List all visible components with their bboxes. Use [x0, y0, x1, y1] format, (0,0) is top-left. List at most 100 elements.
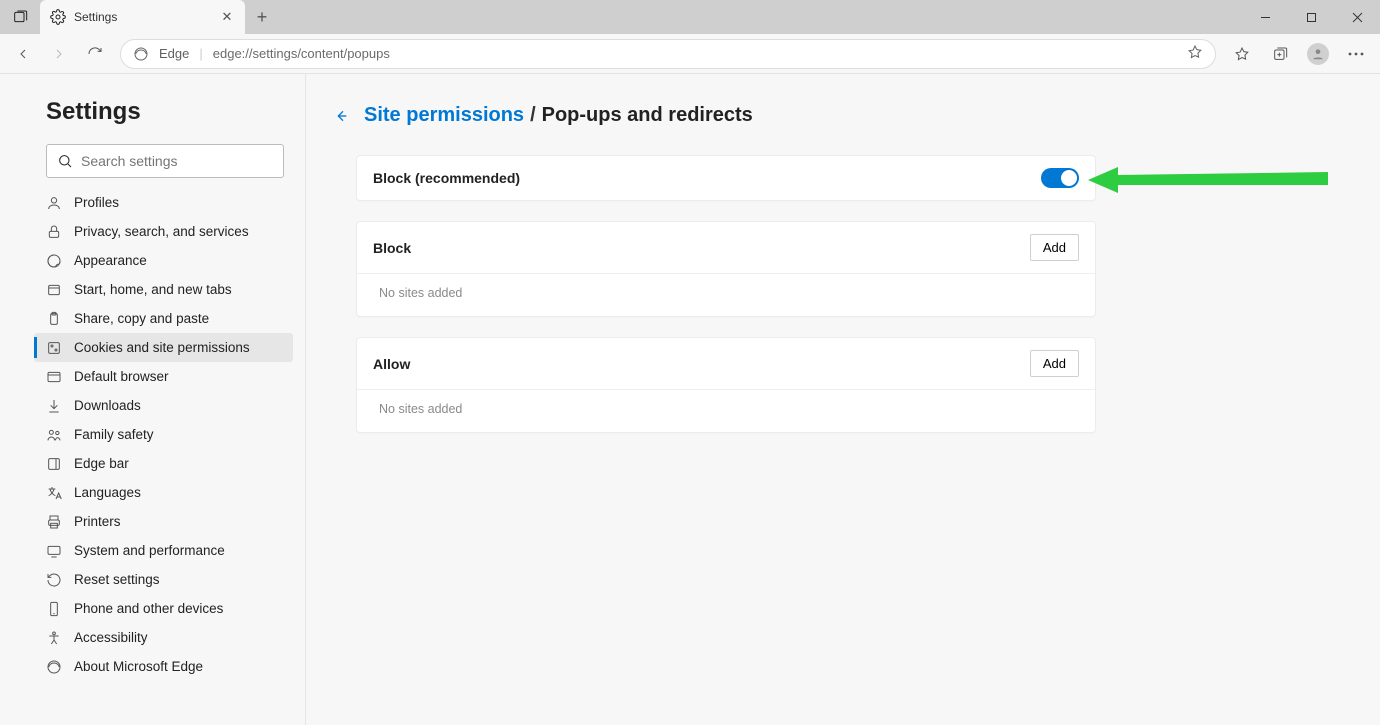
allow-list-header: Allow Add [357, 338, 1095, 389]
address-url: edge://settings/content/popups [213, 46, 390, 61]
sidebar-item-accessibility[interactable]: Accessibility [34, 623, 293, 652]
sidebar-item-share[interactable]: Share, copy and paste [34, 304, 293, 333]
back-button[interactable] [6, 37, 40, 71]
sidebar-item-edge-bar[interactable]: Edge bar [34, 449, 293, 478]
sidebar-item-appearance[interactable]: Appearance [34, 246, 293, 275]
favorites-button[interactable] [1224, 37, 1260, 71]
collections-button[interactable] [1262, 37, 1298, 71]
address-bar[interactable]: Edge | edge://settings/content/popups [120, 39, 1216, 69]
tab-close-button[interactable]: ✕ [219, 9, 235, 25]
browser-toolbar: Edge | edge://settings/content/popups [0, 34, 1380, 74]
accessibility-icon [46, 630, 62, 646]
sidebar-item-label: Edge bar [74, 456, 129, 471]
sidebar-item-label: Appearance [74, 253, 147, 268]
new-tab-button[interactable]: + [245, 0, 279, 34]
block-recommended-row: Block (recommended) [357, 156, 1095, 200]
settings-search[interactable] [46, 144, 284, 178]
close-window-button[interactable] [1334, 0, 1380, 34]
settings-sidebar: Settings Profiles Privacy, search, and s… [0, 74, 306, 725]
tab-title: Settings [74, 10, 117, 24]
reload-button[interactable] [78, 37, 112, 71]
address-app-name: Edge [159, 46, 189, 61]
settings-heading: Settings [46, 98, 293, 126]
sidebar-item-label: Profiles [74, 195, 119, 210]
sidebar-item-label: Share, copy and paste [74, 311, 209, 326]
reset-icon [46, 572, 62, 588]
breadcrumb: Site permissions / Pop-ups and redirects [332, 104, 1354, 127]
search-icon [57, 153, 73, 169]
breadcrumb-link[interactable]: Site permissions [364, 104, 524, 127]
sidebar-item-label: System and performance [74, 543, 225, 558]
sidebar-item-label: Reset settings [74, 572, 160, 587]
sidebar-item-privacy[interactable]: Privacy, search, and services [34, 217, 293, 246]
family-icon [46, 427, 62, 443]
breadcrumb-back-button[interactable] [332, 107, 350, 125]
address-separator: | [199, 46, 202, 61]
tab-actions-button[interactable] [0, 0, 40, 34]
sidebar-item-label: Default browser [74, 369, 169, 384]
system-icon [46, 543, 62, 559]
sidebar-item-label: Privacy, search, and services [74, 224, 249, 239]
maximize-button[interactable] [1288, 0, 1334, 34]
block-list-empty: No sites added [357, 273, 1095, 316]
block-list-card: Block Add No sites added [356, 221, 1096, 317]
settings-cards: Block (recommended) Block Add No sites a… [356, 155, 1096, 433]
sidebar-item-about[interactable]: About Microsoft Edge [34, 652, 293, 681]
paint-icon [46, 253, 62, 269]
breadcrumb-separator: / [530, 104, 536, 127]
allow-list-empty: No sites added [357, 389, 1095, 432]
home-icon [46, 282, 62, 298]
sidebar-item-cookies[interactable]: Cookies and site permissions [34, 333, 293, 362]
forward-button[interactable] [42, 37, 76, 71]
sidebar-item-reset[interactable]: Reset settings [34, 565, 293, 594]
block-add-button[interactable]: Add [1030, 234, 1079, 261]
sidebar-item-start[interactable]: Start, home, and new tabs [34, 275, 293, 304]
download-icon [46, 398, 62, 414]
breadcrumb-current: Pop-ups and redirects [542, 104, 753, 127]
menu-button[interactable] [1338, 37, 1374, 71]
block-recommended-label: Block (recommended) [373, 170, 520, 186]
window-controls [1242, 0, 1380, 34]
sidebar-item-downloads[interactable]: Downloads [34, 391, 293, 420]
minimize-button[interactable] [1242, 0, 1288, 34]
edge-logo-icon [133, 46, 149, 62]
sidebar-icon [46, 456, 62, 472]
block-recommended-card: Block (recommended) [356, 155, 1096, 201]
allow-add-button[interactable]: Add [1030, 350, 1079, 377]
settings-main: Site permissions / Pop-ups and redirects… [306, 74, 1380, 725]
browser-tab[interactable]: Settings ✕ [40, 0, 245, 34]
block-toggle[interactable] [1041, 168, 1079, 188]
sidebar-item-printers[interactable]: Printers [34, 507, 293, 536]
sidebar-item-default-browser[interactable]: Default browser [34, 362, 293, 391]
language-icon [46, 485, 62, 501]
sidebar-item-label: Downloads [74, 398, 141, 413]
sidebar-item-languages[interactable]: Languages [34, 478, 293, 507]
content-area: Settings Profiles Privacy, search, and s… [0, 74, 1380, 725]
permissions-icon [46, 340, 62, 356]
settings-search-input[interactable] [81, 153, 273, 169]
sidebar-item-label: Printers [74, 514, 121, 529]
allow-list-card: Allow Add No sites added [356, 337, 1096, 433]
sidebar-item-system[interactable]: System and performance [34, 536, 293, 565]
edge-icon [46, 659, 62, 675]
sidebar-item-family[interactable]: Family safety [34, 420, 293, 449]
sidebar-item-label: Phone and other devices [74, 601, 223, 616]
sidebar-item-label: About Microsoft Edge [74, 659, 203, 674]
phone-icon [46, 601, 62, 617]
sidebar-item-label: Cookies and site permissions [74, 340, 250, 355]
clipboard-icon [46, 311, 62, 327]
sidebar-item-phone[interactable]: Phone and other devices [34, 594, 293, 623]
sidebar-item-profiles[interactable]: Profiles [34, 188, 293, 217]
profile-button[interactable] [1300, 37, 1336, 71]
lock-icon [46, 224, 62, 240]
gear-icon [50, 9, 66, 25]
read-aloud-icon[interactable] [1187, 44, 1203, 63]
block-list-header: Block Add [357, 222, 1095, 273]
allow-list-title: Allow [373, 356, 410, 372]
browser-icon [46, 369, 62, 385]
sidebar-item-label: Languages [74, 485, 141, 500]
printer-icon [46, 514, 62, 530]
block-list-title: Block [373, 240, 411, 256]
settings-nav: Profiles Privacy, search, and services A… [34, 188, 293, 681]
sidebar-item-label: Start, home, and new tabs [74, 282, 232, 297]
